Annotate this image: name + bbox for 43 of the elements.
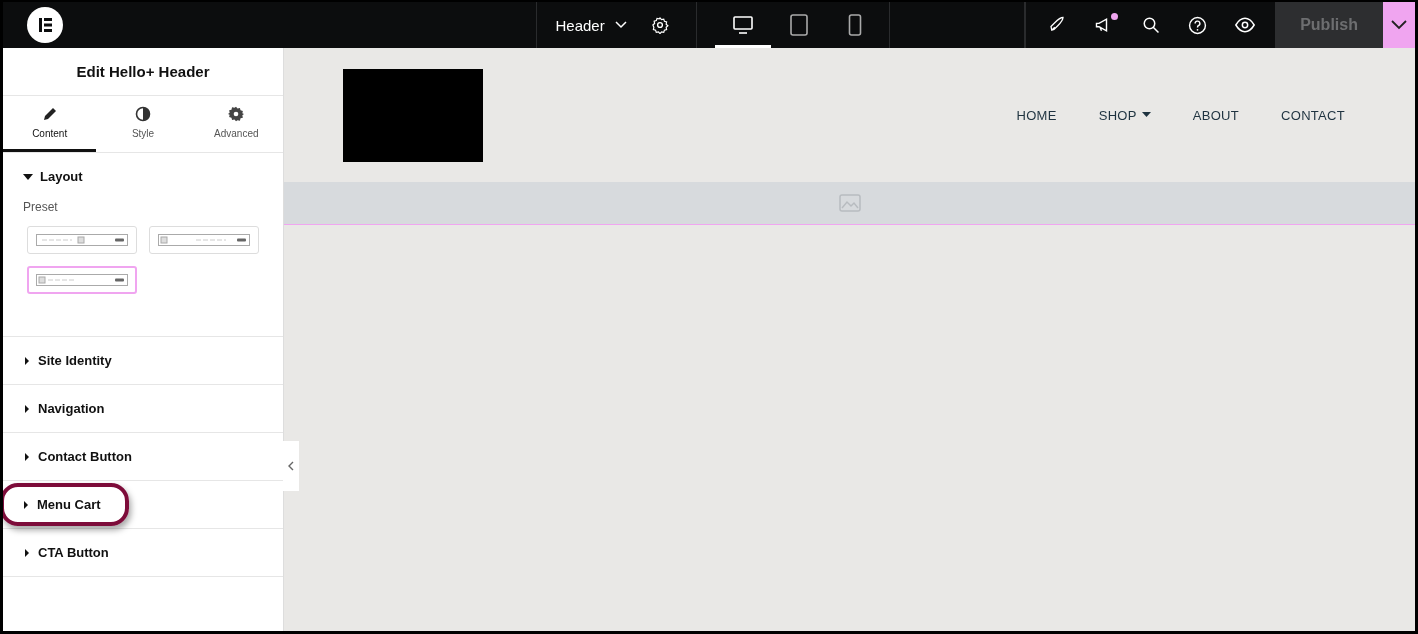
- layout-thumbnail-icon: [158, 234, 250, 246]
- preset-label: Preset: [23, 200, 59, 214]
- image-icon: [838, 194, 861, 212]
- nav-link[interactable]: HOME: [1016, 107, 1057, 123]
- gear-icon: [228, 106, 245, 122]
- tablet-icon: [789, 14, 808, 36]
- layout-thumbnail-icon: [36, 274, 128, 286]
- section-toggle[interactable]: Site Identity: [3, 345, 124, 376]
- document-dropdown[interactable]: Header: [555, 16, 627, 34]
- content-tab[interactable]: Content: [3, 96, 97, 152]
- mobile-icon: [847, 14, 862, 36]
- settings-icon[interactable]: [650, 16, 669, 34]
- logo-icon[interactable]: [26, 7, 63, 43]
- publish-options-button[interactable]: [1382, 2, 1415, 48]
- section-toggle[interactable]: CTA Button: [3, 537, 121, 568]
- section-toggle[interactable]: Menu Cart: [3, 483, 129, 526]
- caret-right-icon: [23, 547, 31, 558]
- nav-link[interactable]: SHOP: [1098, 107, 1151, 123]
- caret-right-icon: [23, 403, 31, 414]
- section-toggle[interactable]: Layout: [3, 161, 95, 192]
- caret-down-icon: [1141, 112, 1151, 118]
- preview-eye-icon[interactable]: [1235, 17, 1256, 33]
- search-icon[interactable]: [1142, 16, 1161, 34]
- caret-down-icon: [23, 172, 33, 181]
- advanced-tab[interactable]: Advanced: [189, 96, 283, 152]
- pencil-icon: [41, 106, 58, 122]
- desktop-icon: [732, 16, 753, 34]
- nav-link[interactable]: ABOUT: [1192, 107, 1240, 123]
- nav-link[interactable]: CONTACT: [1281, 107, 1345, 123]
- half-circle-icon: [135, 106, 151, 122]
- megaphone-icon[interactable]: [1094, 15, 1115, 35]
- section-toggle[interactable]: Contact Button: [3, 441, 144, 472]
- caret-right-icon: [22, 499, 30, 510]
- style-tab[interactable]: Style: [96, 96, 190, 152]
- caret-right-icon: [23, 451, 31, 462]
- caret-right-icon: [23, 355, 31, 366]
- chevron-down-icon: [1390, 20, 1407, 30]
- chevron-down-icon: [614, 21, 627, 29]
- section-toggle[interactable]: Navigation: [3, 393, 117, 424]
- chevron-left-icon: [288, 461, 294, 471]
- panel-title: Edit Hello+ Header: [3, 48, 283, 96]
- help-icon[interactable]: [1188, 15, 1208, 35]
- layout-thumbnail-icon: [36, 234, 128, 246]
